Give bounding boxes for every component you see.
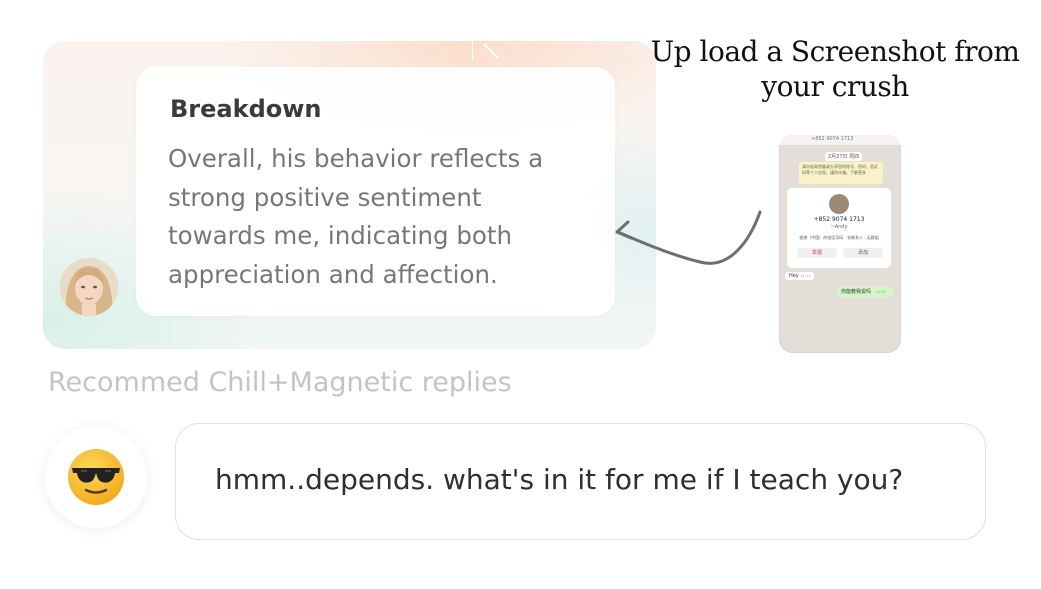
phone-topbar: +852 9074 1713 [779,135,901,145]
breakdown-card: Breakdown Overall, his behavior reflects… [136,67,615,316]
breakdown-title: Breakdown [170,95,322,123]
phone-add-button: 添加 [843,248,883,258]
sunglasses-emoji-icon [68,449,124,505]
phone-incoming-time: 11:11 [800,274,811,278]
curved-arrow-icon [615,210,762,265]
breakdown-line: towards me, indicating both [168,221,513,250]
phone-incoming-message: Hey 11:11 [785,272,815,280]
phone-outgoing-message: 你能教我说吗 11:25 [837,287,893,297]
phone-contact-avatar [829,194,849,214]
phone-banner: 请勿轻易透露或分享您的账号、密码、验证码等个人信息，谨防诈骗。了解更多 [799,162,883,184]
chat-screenshot: +852 9074 1713 2月27日 周四 请勿轻易透露或分享您的账号、密码… [779,135,901,353]
phone-date: 2月27日 周四 [825,152,863,161]
phone-incoming-text: Hey [789,273,799,279]
phone-top-number: +852 9074 1713 [811,136,854,142]
phone-outgoing-text: 你能教我说吗 [841,289,872,295]
phone-contact-name: ~Andy [830,224,848,230]
sparkle-icon [472,40,499,60]
breakdown-body: Overall, his behavior reflects a strong … [168,140,598,294]
breakdown-line: strong positive sentiment [168,182,482,212]
headline-line: Up load a Screenshot from [650,35,1020,68]
headline-line: your crush [761,70,909,103]
phone-block-button: 举报 [797,248,837,258]
avatar [60,258,118,316]
recommend-label: Recommed Chill+Magnetic replies [48,367,512,398]
phone-outgoing-time: 11:25 [875,290,886,294]
phone-contact-card: +852 9074 1713 ~Andy 香港（中国）的电话号码 · 非联系人 … [787,188,891,268]
phone-contact-number: +852 9074 1713 [813,216,865,223]
headline: Up load a Screenshot from your crush [640,34,1030,104]
phone-contact-desc: 香港（中国）的电话号码 · 非联系人 · 无群组 [799,235,879,240]
emoji-avatar [45,426,147,528]
breakdown-line: Overall, his behavior reflects a [168,144,544,173]
breakdown-line: appreciation and affection. [168,259,498,289]
reply-suggestion[interactable]: hmm..depends. what's in it for me if I t… [175,423,986,540]
avatar-face-icon [60,258,118,316]
reply-text: hmm..depends. what's in it for me if I t… [215,463,904,496]
